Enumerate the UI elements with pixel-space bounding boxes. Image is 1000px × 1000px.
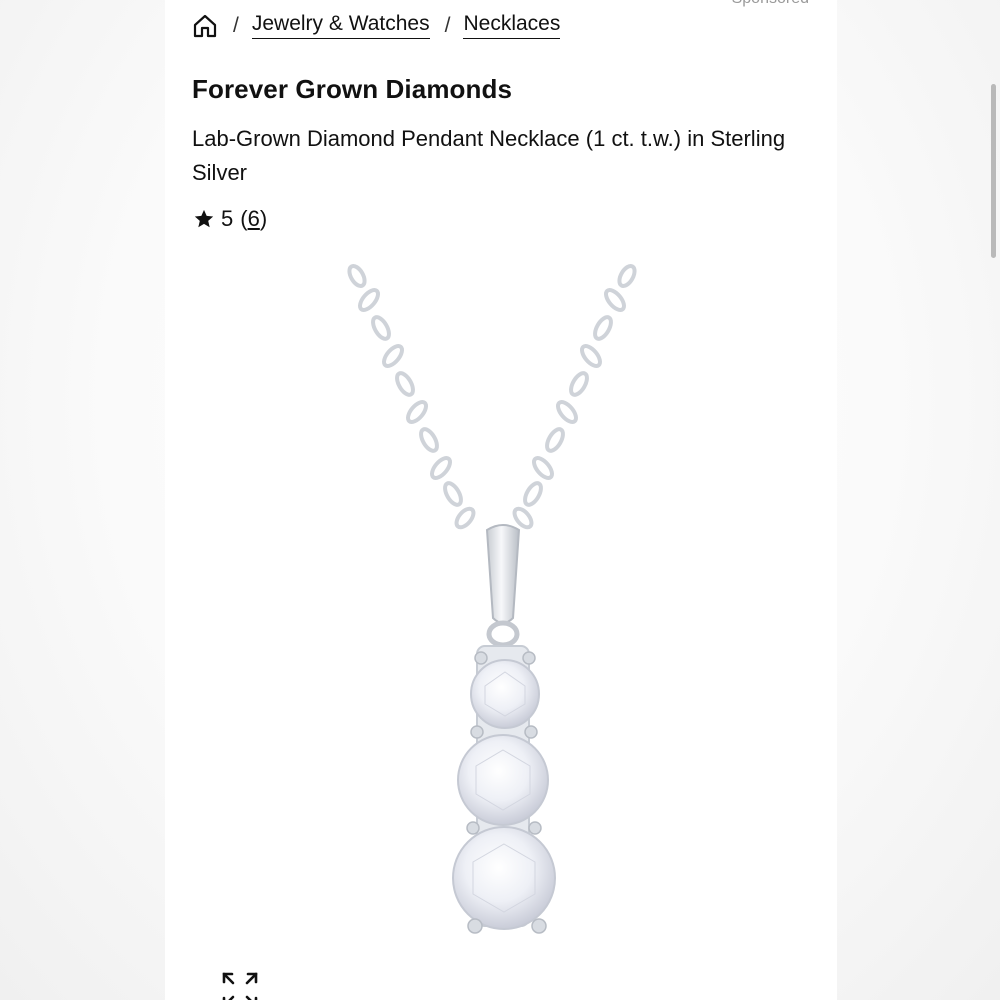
star-icon <box>194 209 214 228</box>
breadcrumb-jewelry-watches[interactable]: Jewelry & Watches <box>251 12 430 39</box>
rating-close-paren: ) <box>259 206 268 231</box>
sponsored-label: Sponsored <box>732 0 809 8</box>
scrollbar[interactable] <box>991 84 996 258</box>
breadcrumb-necklaces[interactable]: Necklaces <box>463 12 561 39</box>
breadcrumb-separator: / <box>444 13 451 37</box>
brand-name[interactable]: Forever Grown Diamonds <box>192 74 512 105</box>
rating-open-paren: ( <box>240 206 248 231</box>
product-rating: 5 (6) <box>193 206 267 232</box>
page-backdrop: Sponsored / Jewelry & Watches / Necklace… <box>0 0 1000 1000</box>
review-count-link[interactable]: 6 <box>248 206 260 232</box>
breadcrumb: / Jewelry & Watches / Necklaces <box>192 12 561 39</box>
breadcrumb-separator: / <box>233 13 239 37</box>
product-title: Lab-Grown Diamond Pendant Necklace (1 ct… <box>192 126 786 185</box>
rating-value: 5 <box>221 206 234 231</box>
expand-icon[interactable] <box>222 972 258 1000</box>
necklace-pendant-image[interactable] <box>335 262 675 942</box>
home-icon[interactable] <box>192 13 218 39</box>
